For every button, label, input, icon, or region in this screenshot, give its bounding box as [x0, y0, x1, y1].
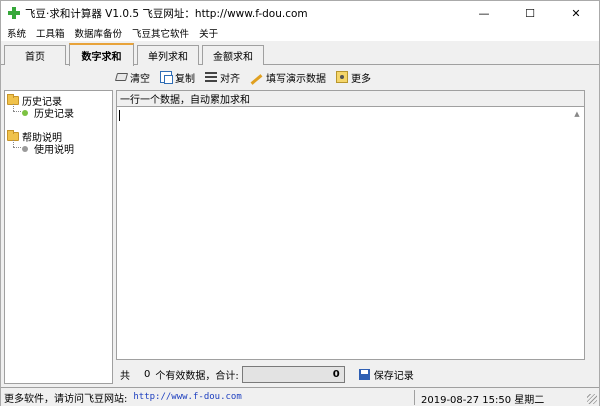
sidebar-tree: 历史记录 历史记录 帮助说明 使用说明 — [4, 90, 113, 384]
status-bar: 更多软件，请访问飞豆网站: http://www.f-dou.com 2019-… — [1, 387, 599, 406]
tab-strip: 首页 数字求和 单列求和 金额求和 — [1, 41, 599, 66]
status-datetime: 2019-08-27 15:50 星期二 — [421, 395, 545, 406]
save-record-button[interactable]: 保存记录 — [374, 367, 414, 382]
more-label: 更多 — [351, 73, 371, 85]
green-dot-icon — [22, 109, 28, 116]
tree-item-usage[interactable]: 使用说明 — [22, 141, 74, 156]
more-icon — [336, 71, 348, 83]
tree-connector — [13, 104, 14, 111]
more-button[interactable]: 更多 — [336, 70, 371, 85]
menu-system[interactable]: 系统 — [7, 26, 26, 40]
menu-other-software[interactable]: 飞豆其它软件 — [132, 26, 189, 40]
gray-dot-icon — [22, 145, 28, 152]
window-controls: — ☐ ✕ — [461, 1, 599, 25]
tab-column-sum[interactable]: 单列求和 — [137, 45, 199, 65]
text-caret — [119, 110, 120, 121]
pencil-icon — [250, 73, 263, 85]
summary-row: 共 0 个有效数据，合计: 0 保存记录 — [116, 364, 585, 384]
number-input-area[interactable]: ▲ — [116, 106, 585, 360]
panel-header: 一行一个数据，自动累加求和 — [116, 90, 585, 106]
title-bar: 飞豆·求和计算器 V1.0.5 飞豆网址：http://www.f-dou.co… — [1, 1, 599, 25]
app-plus-icon — [8, 7, 20, 19]
tab-number-sum[interactable]: 数字求和 — [69, 43, 134, 66]
close-button[interactable]: ✕ — [553, 1, 599, 25]
copy-label: 复制 — [175, 73, 195, 85]
maximize-button[interactable]: ☐ — [507, 1, 553, 25]
fill-demo-label: 填写演示数据 — [266, 73, 326, 85]
toolbar: 清空 复制 对齐 填写演示数据 更多 — [114, 68, 381, 86]
app-window: 飞豆·求和计算器 V1.0.5 飞豆网址：http://www.f-dou.co… — [0, 0, 600, 406]
menu-bar: 系统 工具箱 数据库备份 飞豆其它软件 关于 — [1, 25, 599, 41]
clear-label: 清空 — [130, 73, 150, 85]
align-button[interactable]: 对齐 — [205, 70, 240, 85]
floppy-disk-icon — [358, 368, 370, 380]
tab-amount-sum[interactable]: 金额求和 — [202, 45, 264, 65]
tree-item-history-label: 历史记录 — [34, 109, 74, 120]
menu-about[interactable]: 关于 — [199, 26, 218, 40]
summary-suffix: 个有效数据，合计: — [155, 370, 239, 382]
tree-item-history[interactable]: 历史记录 — [22, 105, 74, 120]
menu-db-backup[interactable]: 数据库备份 — [75, 26, 123, 40]
total-field: 0 — [241, 365, 345, 383]
eraser-icon — [114, 73, 129, 81]
tree-connector — [13, 147, 21, 148]
copy-icon — [160, 71, 173, 84]
status-divider — [414, 390, 415, 405]
window-title: 飞豆·求和计算器 V1.0.5 飞豆网址：http://www.f-dou.co… — [25, 7, 308, 20]
valid-count: 0 — [144, 368, 151, 380]
tree-item-usage-label: 使用说明 — [34, 145, 74, 156]
align-label: 对齐 — [220, 73, 240, 85]
summary-prefix: 共 — [120, 370, 130, 382]
fill-demo-button[interactable]: 填写演示数据 — [250, 70, 326, 85]
website-link[interactable]: http://www.f-dou.com — [133, 392, 241, 402]
scroll-up-arrow-icon[interactable]: ▲ — [570, 107, 584, 121]
tree-connector — [13, 111, 21, 112]
minimize-button[interactable]: — — [461, 1, 507, 25]
status-text: 更多软件，请访问飞豆网站: — [4, 393, 128, 405]
menu-toolbox[interactable]: 工具箱 — [36, 26, 65, 40]
clear-button[interactable]: 清空 — [114, 70, 150, 85]
align-icon — [205, 72, 217, 82]
resize-grip-icon[interactable] — [587, 394, 597, 404]
tab-home[interactable]: 首页 — [4, 45, 66, 65]
tree-connector — [13, 140, 14, 147]
copy-button[interactable]: 复制 — [160, 70, 195, 85]
